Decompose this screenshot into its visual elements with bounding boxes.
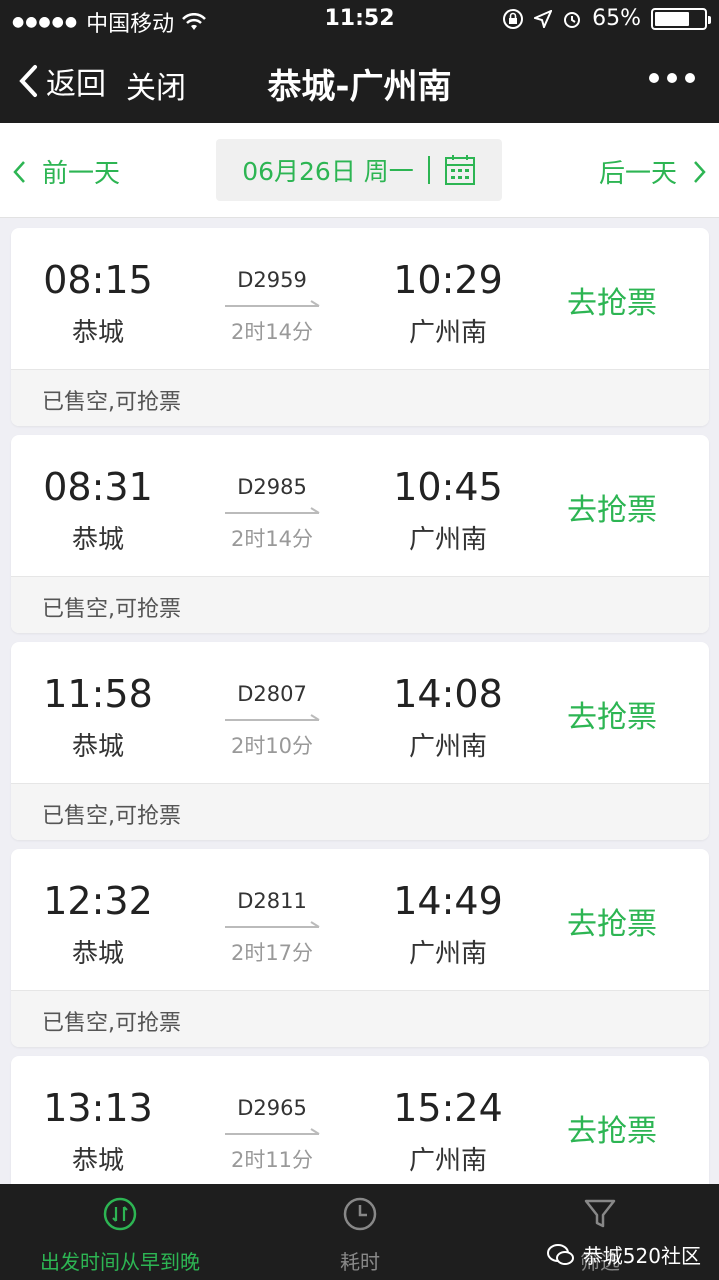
arrow-right-icon [225, 507, 320, 514]
arrival-time: 14:49 [393, 879, 503, 923]
more-icon[interactable] [649, 73, 695, 83]
train-card[interactable]: 11:58 恭城 D2807 2时10分 14:08 广州南 去抢票 已售空,可… [11, 642, 709, 840]
travel-duration: 2时14分 [230, 320, 314, 344]
battery-percent: 65% [592, 6, 641, 31]
departure-time: 08:15 [43, 258, 153, 302]
train-card[interactable]: 08:31 恭城 D2985 2时14分 10:45 广州南 去抢票 已售空,可… [11, 435, 709, 633]
wechat-icon [546, 1243, 574, 1265]
watermark: 恭城520社区 [546, 1240, 701, 1269]
arrival-station: 广州南 [408, 732, 487, 762]
chevron-right-icon [694, 160, 706, 183]
departure-station: 恭城 [71, 1146, 124, 1176]
grab-ticket-button[interactable]: 去抢票 [567, 485, 657, 529]
travel-duration: 2时10分 [230, 734, 314, 758]
grab-ticket-button[interactable]: 去抢票 [567, 899, 657, 943]
prev-day-label: 前一天 [42, 159, 121, 189]
ticket-status: 已售空,可抢票 [11, 576, 709, 633]
arrival-station: 广州南 [408, 939, 487, 969]
prev-day-button[interactable]: 前一天 [12, 153, 120, 190]
alarm-icon [564, 11, 581, 28]
tab-duration-label: 耗时 [340, 1250, 380, 1274]
arrival-time: 10:29 [393, 258, 503, 302]
departure-station: 恭城 [71, 318, 124, 348]
travel-duration: 2时11分 [230, 1148, 314, 1172]
departure-time: 11:58 [43, 672, 153, 716]
next-day-button[interactable]: 后一天 [599, 153, 707, 190]
departure-time: 13:13 [43, 1086, 153, 1130]
train-card-main: 11:58 恭城 D2807 2时10分 14:08 广州南 去抢票 [11, 642, 709, 783]
travel-duration: 2时17分 [230, 941, 314, 965]
location-icon [534, 9, 553, 28]
ticket-status: 已售空,可抢票 [11, 369, 709, 426]
train-card-main: 08:15 恭城 D2959 2时14分 10:29 广州南 去抢票 [11, 228, 709, 369]
grab-ticket-button[interactable]: 去抢票 [567, 692, 657, 736]
tab-sort-label: 出发时间从早到晚 [40, 1250, 200, 1274]
train-number: D2965 [237, 1096, 307, 1120]
train-card-main: 12:32 恭城 D2811 2时17分 14:49 广州南 去抢票 [11, 849, 709, 990]
sort-time-icon [103, 1197, 137, 1231]
departure-station: 恭城 [71, 732, 124, 762]
arrival-station: 广州南 [408, 318, 487, 348]
train-number: D2807 [237, 682, 307, 706]
train-card[interactable]: 12:32 恭城 D2811 2时17分 14:49 广州南 去抢票 已售空,可… [11, 849, 709, 1047]
rotation-lock-icon [503, 8, 524, 29]
arrow-right-icon [225, 714, 320, 721]
date-bar: 前一天 06月26日 周一 后一天 [0, 123, 719, 218]
grab-ticket-button[interactable]: 去抢票 [567, 278, 657, 322]
departure-time: 12:32 [43, 879, 153, 923]
clock-icon [343, 1197, 377, 1231]
top-bar: ●●●●● 中国移动 11:52 65% 返回 关闭 恭城-广州南 [0, 0, 719, 123]
train-card-main: 13:13 恭城 D2965 2时11分 15:24 广州南 去抢票 [11, 1056, 709, 1197]
arrow-right-icon [225, 921, 320, 928]
arrow-right-icon [225, 1128, 320, 1135]
chevron-left-icon [13, 160, 25, 183]
ticket-status: 已售空,可抢票 [11, 990, 709, 1047]
watermark-text: 恭城520社区 [582, 1244, 701, 1268]
grab-ticket-button[interactable]: 去抢票 [567, 1106, 657, 1150]
arrival-time: 10:45 [393, 465, 503, 509]
travel-duration: 2时14分 [230, 527, 314, 551]
ticket-status: 已售空,可抢票 [11, 783, 709, 840]
tab-sort-departure[interactable]: 出发时间从早到晚 [0, 1196, 240, 1275]
next-day-label: 后一天 [598, 159, 677, 189]
battery-icon [651, 7, 711, 30]
train-card-main: 08:31 恭城 D2985 2时14分 10:45 广州南 去抢票 [11, 435, 709, 576]
date-label: 06月26日 周一 [242, 157, 414, 186]
date-picker[interactable]: 06月26日 周一 [216, 139, 502, 201]
calendar-icon [444, 155, 475, 185]
train-number: D2811 [237, 889, 307, 913]
nav-bar: 返回 关闭 恭城-广州南 [0, 45, 719, 120]
train-number: D2985 [237, 475, 307, 499]
arrival-station: 广州南 [408, 1146, 487, 1176]
departure-time: 08:31 [43, 465, 153, 509]
tab-duration[interactable]: 耗时 [240, 1196, 480, 1275]
departure-station: 恭城 [71, 939, 124, 969]
train-card[interactable]: 08:15 恭城 D2959 2时14分 10:29 广州南 去抢票 已售空,可… [11, 228, 709, 426]
status-bar: ●●●●● 中国移动 11:52 65% [0, 0, 719, 40]
arrival-station: 广州南 [408, 525, 487, 555]
divider [427, 156, 430, 184]
train-number: D2959 [237, 268, 307, 292]
departure-station: 恭城 [71, 525, 124, 555]
page-title: 恭城-广州南 [267, 67, 452, 107]
arrival-time: 15:24 [393, 1086, 503, 1130]
arrow-right-icon [225, 300, 320, 307]
filter-icon [584, 1199, 616, 1228]
train-list: 08:15 恭城 D2959 2时14分 10:29 广州南 去抢票 已售空,可… [11, 228, 709, 1263]
arrival-time: 14:08 [393, 672, 503, 716]
